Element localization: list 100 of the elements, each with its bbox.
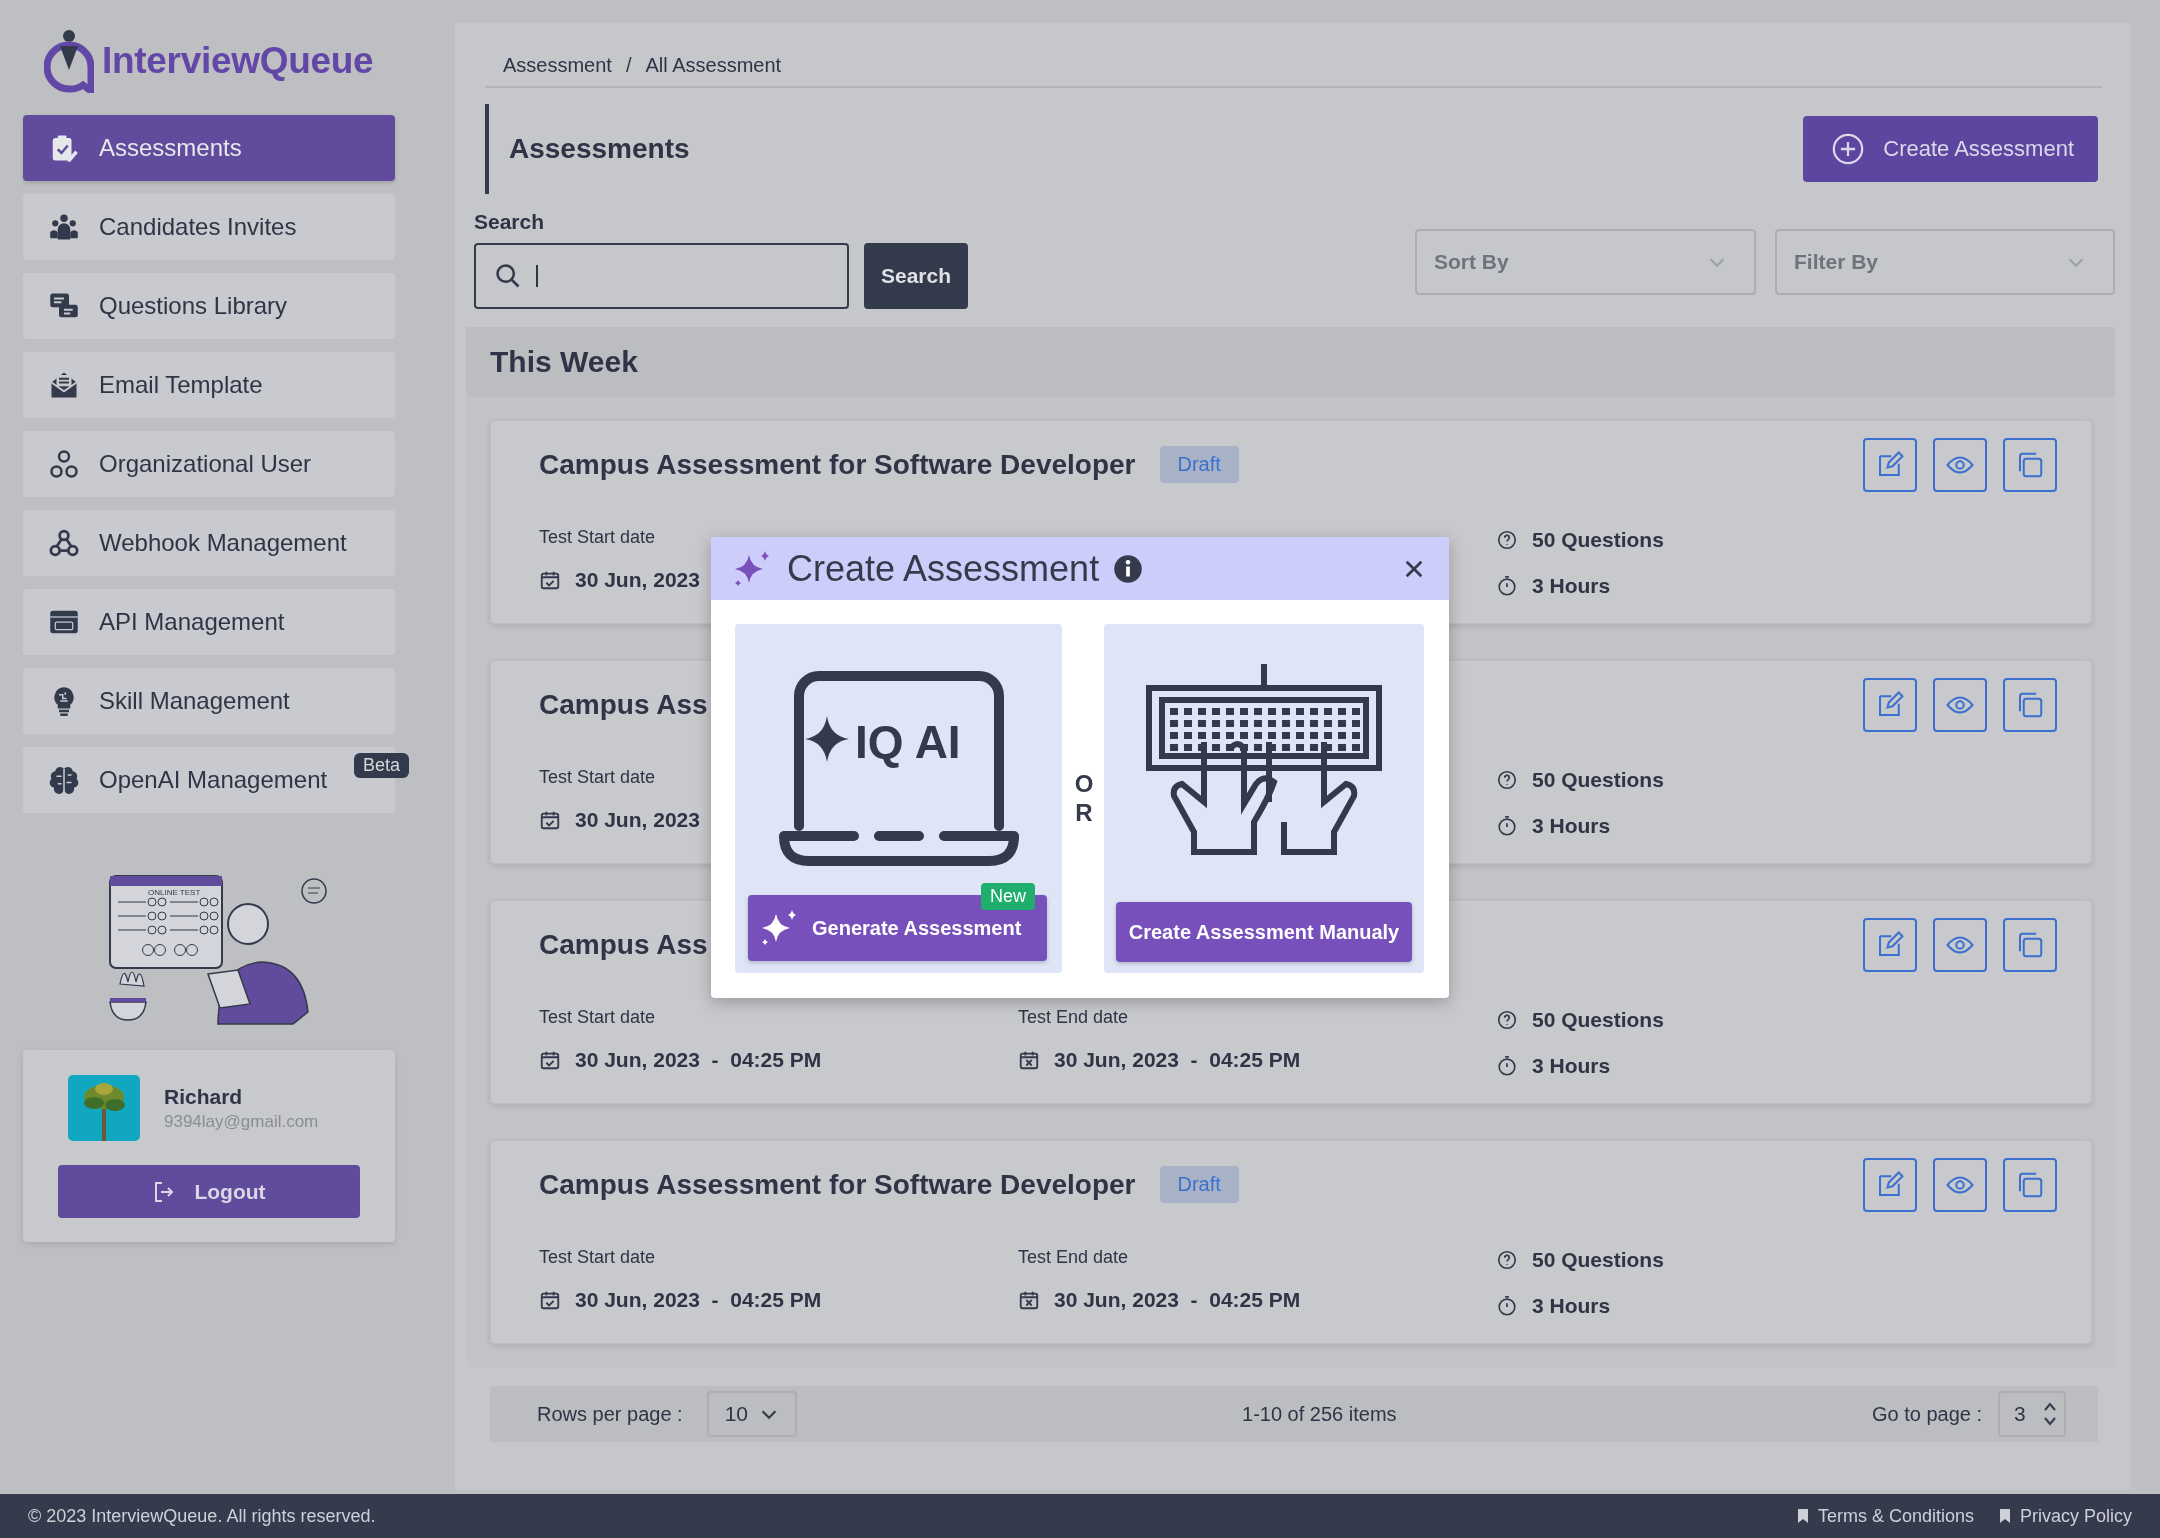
field-label: Test Start date	[539, 1007, 657, 1029]
rows-per-page-label: Rows per page :	[537, 1402, 683, 1426]
breadcrumb-link[interactable]: Assessment	[503, 54, 612, 77]
calendar-check-icon	[539, 1289, 561, 1311]
webhook-icon	[49, 528, 79, 558]
eye-icon[interactable]	[1933, 437, 1987, 492]
duration: 3 Hours	[1532, 1294, 1611, 1318]
end-date: 30 Jun, 2023 - 04:25 PM	[1054, 1288, 1301, 1312]
page-number-field[interactable]: 3	[1998, 1391, 2066, 1437]
question-count: 50 Questions	[1532, 768, 1664, 792]
bookmark-icon	[1999, 1509, 2010, 1523]
logout-button[interactable]: Logout	[58, 1165, 360, 1218]
beta-badge: Beta	[353, 753, 409, 778]
timer-icon	[1496, 575, 1518, 597]
page-title: Assessments	[509, 133, 690, 165]
nav-item[interactable]: Candidates Invites	[23, 194, 395, 260]
card-title: Campus Assessment for Software Developer	[539, 448, 1136, 481]
duration: 3 Hours	[1532, 574, 1611, 598]
breadcrumb-current: All Assessment	[645, 54, 782, 77]
footer-link[interactable]: Privacy Policy	[2019, 1505, 2132, 1527]
section-title: This Week	[490, 345, 638, 379]
brain-icon	[49, 765, 79, 795]
search-field[interactable]	[474, 243, 849, 309]
nav-item[interactable]: Assessments	[23, 115, 395, 181]
copyright-text: © 2023 InterviewQueue. All rights reserved.	[28, 1505, 376, 1527]
info-icon	[1113, 553, 1144, 584]
eye-icon[interactable]	[1933, 677, 1987, 732]
logo-icon	[44, 29, 94, 93]
calendar-x-icon	[1018, 1289, 1040, 1311]
edit-icon[interactable]	[1863, 1157, 1917, 1212]
calendar-check-icon	[539, 1049, 561, 1071]
field-label: Test Start date	[539, 767, 657, 789]
field-label: Test Start date	[539, 1247, 657, 1269]
card-title: Campus Ass	[539, 688, 708, 721]
calendar-x-icon	[1018, 1049, 1040, 1071]
nav-item[interactable]: Questions Library	[23, 273, 395, 339]
speech-bubble-icon	[301, 878, 327, 904]
search-icon	[494, 262, 522, 290]
or-separator: OR	[1073, 769, 1095, 828]
footer-link[interactable]: Terms & Conditions	[1817, 1505, 1974, 1527]
copy-icon[interactable]	[2003, 677, 2057, 732]
question-circle-icon	[1496, 1009, 1518, 1031]
start-date: 30 Jun, 2023	[575, 568, 700, 592]
timer-icon	[1496, 1295, 1518, 1317]
start-date: 30 Jun, 2023 - 04:25 PM	[575, 1048, 822, 1072]
modal-title: Create Assessment	[787, 547, 1100, 590]
edit-icon[interactable]	[1863, 437, 1917, 492]
users-icon	[49, 449, 79, 479]
rows-per-page-select[interactable]: 10	[706, 1391, 797, 1437]
question-count: 50 Questions	[1532, 1008, 1664, 1032]
question-circle-icon	[1496, 529, 1518, 551]
people-icon	[49, 212, 79, 242]
status-badge: Draft	[1159, 1166, 1239, 1203]
start-date: 30 Jun, 2023 - 04:25 PM	[575, 1288, 822, 1312]
copy-icon[interactable]	[2003, 1157, 2057, 1212]
nav-item[interactable]: Skill Management	[23, 668, 395, 734]
user-email: 9394lay@gmail.com	[164, 1111, 319, 1132]
envelope-icon	[49, 370, 79, 400]
duration: 3 Hours	[1532, 814, 1611, 838]
card-title: Campus Assessment for Software Developer	[539, 1168, 1136, 1201]
laptop-screen-text: IQ AI	[854, 716, 961, 768]
calendar-check-icon	[539, 809, 561, 831]
nav-item[interactable]: Webhook Management	[23, 510, 395, 576]
breadcrumb-separator: /	[625, 54, 632, 77]
spinner-arrows-icon	[2042, 1400, 2058, 1428]
search-label: Search	[474, 210, 546, 234]
question-count: 50 Questions	[1532, 1248, 1664, 1272]
plus-circle-icon	[1831, 132, 1866, 166]
create-assessment-button[interactable]: Create Assessment	[1803, 116, 2098, 182]
question-circle-icon	[1496, 769, 1518, 791]
edit-icon[interactable]	[1863, 917, 1917, 972]
copy-icon[interactable]	[2003, 437, 2057, 492]
nav-item[interactable]: Organizational User	[23, 431, 395, 497]
field-label: Test End date	[1018, 1247, 1130, 1269]
pagination-summary: 1-10 of 256 items	[1242, 1402, 1398, 1426]
card-title: Campus Ass	[539, 928, 708, 961]
plant-drawing	[109, 971, 147, 1021]
edit-icon[interactable]	[1863, 677, 1917, 732]
timer-icon	[1496, 815, 1518, 837]
new-badge: New	[981, 883, 1035, 910]
duration: 3 Hours	[1532, 1054, 1611, 1078]
eye-icon[interactable]	[1933, 1157, 1987, 1212]
status-badge: Draft	[1159, 446, 1239, 483]
calendar-check-icon	[539, 569, 561, 591]
user-name: Richard	[164, 1084, 244, 1109]
nav-item[interactable]: Email Template	[23, 352, 395, 418]
window-caption: ONLINE TEST	[148, 888, 201, 897]
field-label: Test End date	[1018, 1007, 1130, 1029]
question-count: 50 Questions	[1532, 528, 1664, 552]
nav-item[interactable]: API Management	[23, 589, 395, 655]
logo-text: InterviewQueue	[102, 40, 374, 82]
start-date: 30 Jun, 2023	[575, 808, 700, 832]
end-date: 30 Jun, 2023 - 04:25 PM	[1054, 1048, 1301, 1072]
bookmark-icon	[1797, 1509, 1808, 1523]
eye-icon[interactable]	[1933, 917, 1987, 972]
copy-icon[interactable]	[2003, 917, 2057, 972]
create-manually-button[interactable]: Create Assessment Manualy	[1116, 902, 1412, 962]
search-button[interactable]: Search	[864, 243, 968, 309]
field-label: Test Start date	[539, 527, 657, 549]
question-circle-icon	[1496, 1249, 1518, 1271]
